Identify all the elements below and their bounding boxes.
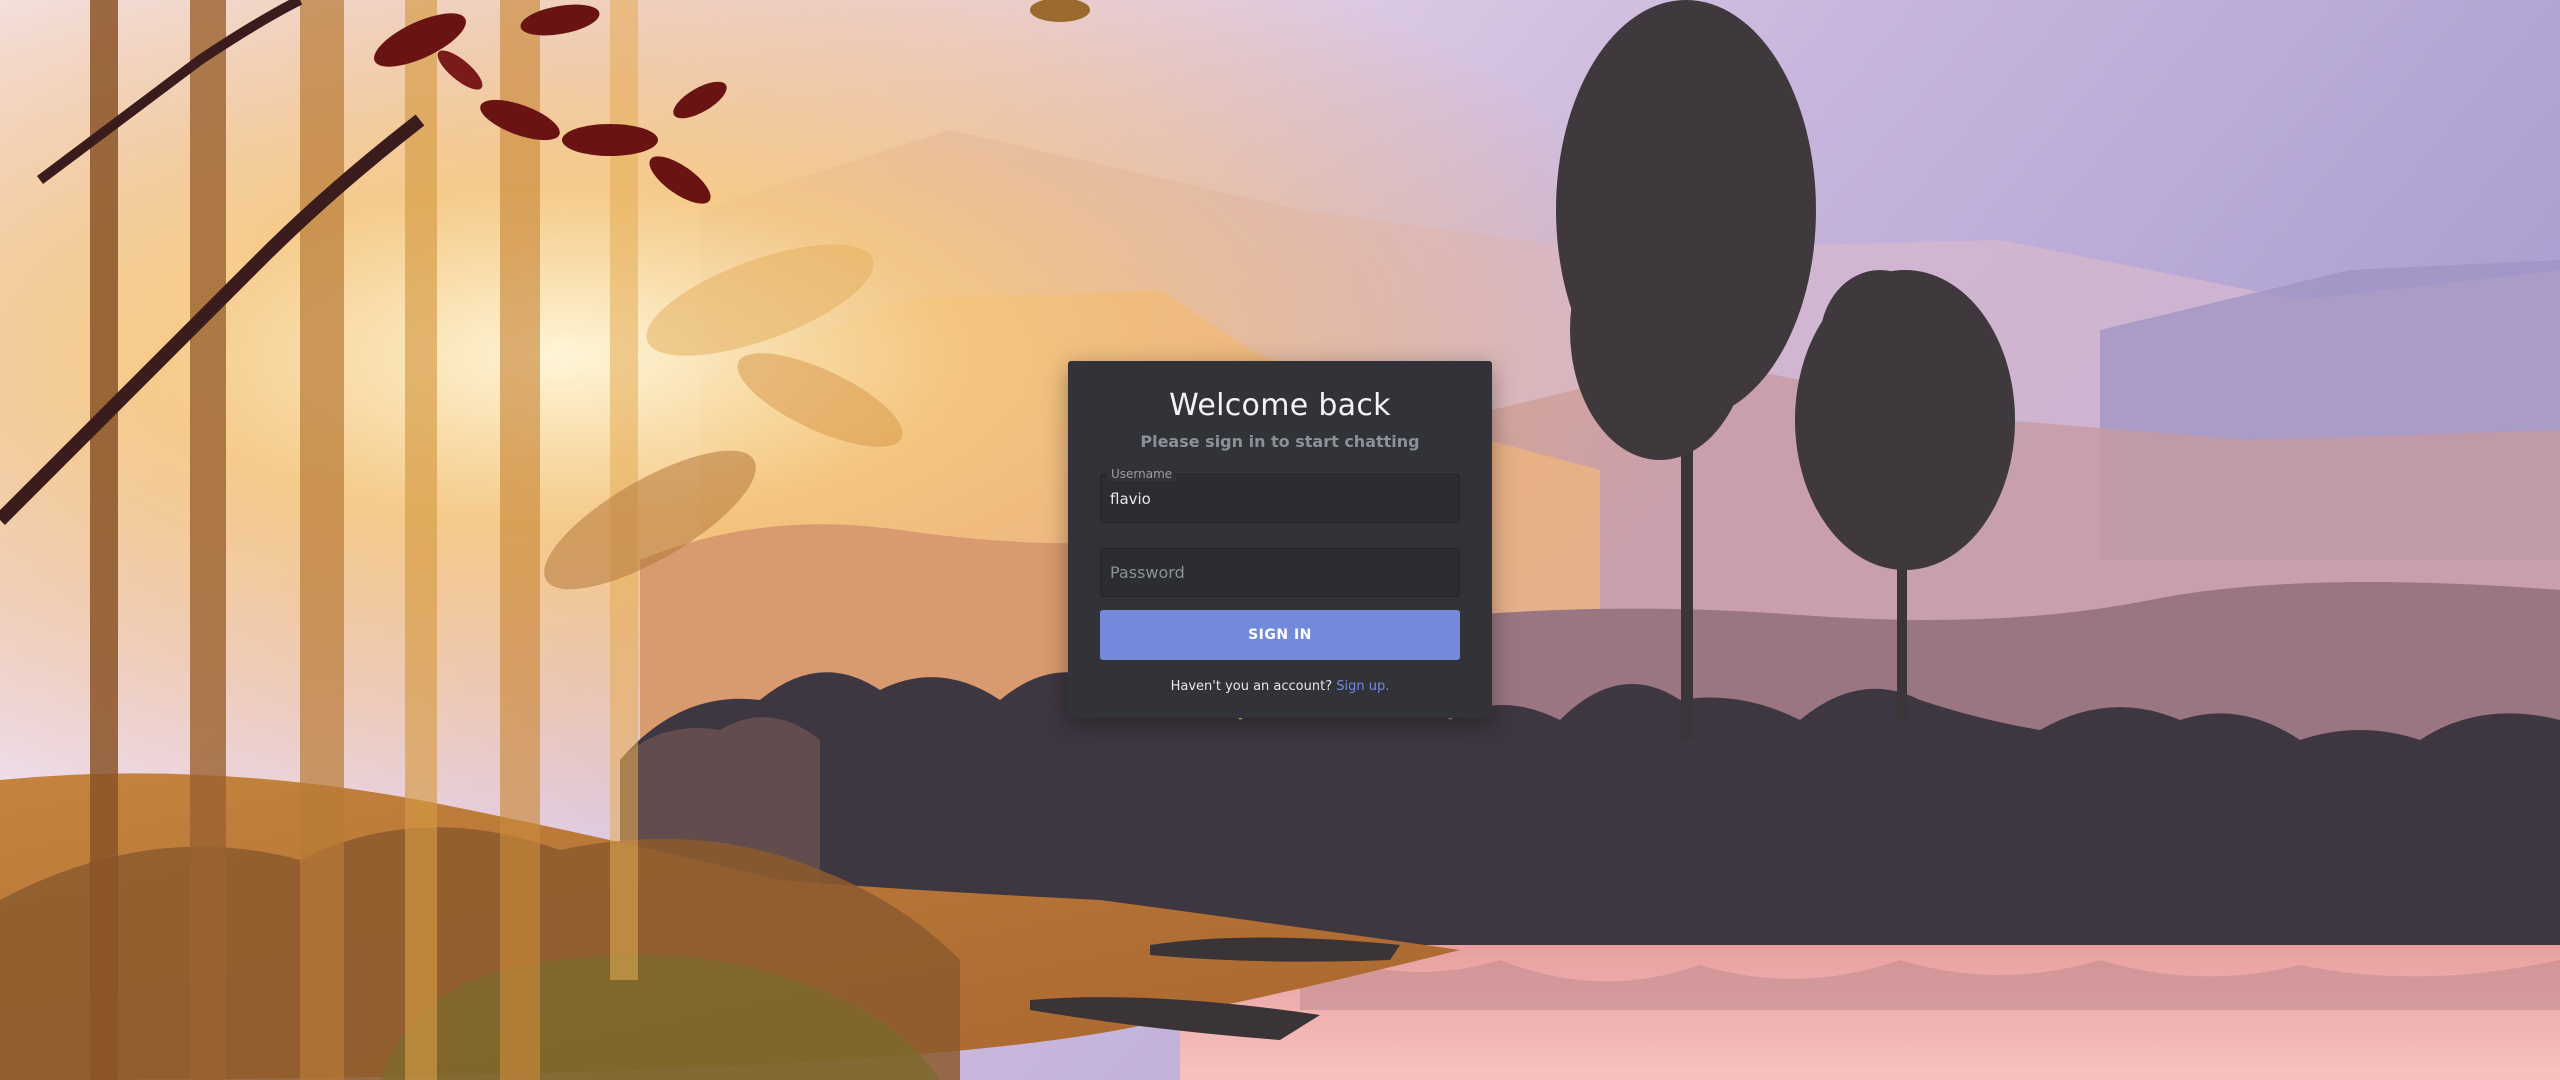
signup-prompt: Haven't you an account? (1170, 679, 1333, 694)
sign-up-link[interactable]: Sign up. (1336, 679, 1389, 694)
sign-in-button[interactable]: SIGN IN (1100, 610, 1460, 660)
login-card: Welcome back Please sign in to start cha… (1068, 361, 1492, 718)
login-subtitle: Please sign in to start chatting (1140, 432, 1420, 451)
password-field (1100, 548, 1460, 597)
signup-prompt-line: Haven't you an account? Sign up. (1068, 680, 1492, 693)
username-field: Username (1100, 467, 1460, 523)
username-input[interactable] (1101, 475, 1459, 522)
password-input[interactable] (1101, 549, 1459, 596)
username-label: Username (1107, 467, 1177, 481)
login-title: Welcome back (1169, 388, 1391, 423)
